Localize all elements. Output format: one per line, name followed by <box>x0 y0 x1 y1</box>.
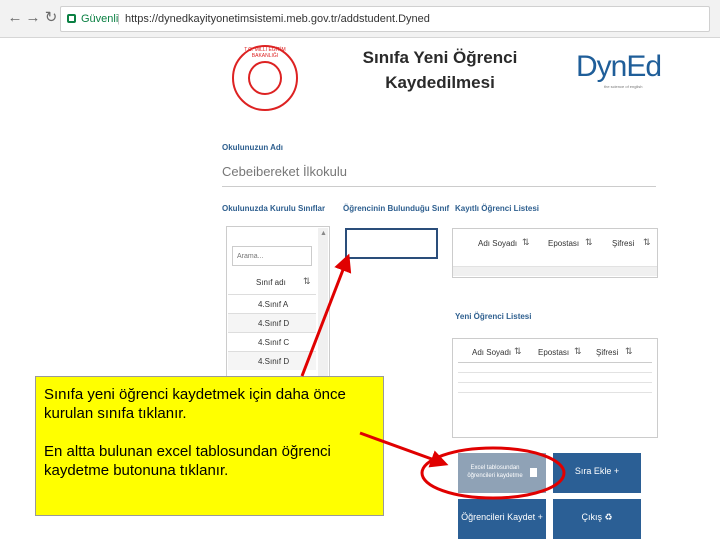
exit-label: Çıkış ♻ <box>581 512 613 522</box>
secure-label: Güvenli <box>81 13 119 25</box>
class-row[interactable]: 4.Sınıf D <box>228 351 316 370</box>
torch-icon <box>248 61 282 95</box>
new-col-password[interactable]: Şifresi <box>596 348 618 357</box>
class-name-column-header[interactable]: Sınıf adı <box>256 278 286 287</box>
school-name-label: Okulunuzun Adı <box>222 143 284 152</box>
new-list-row-line <box>458 382 652 383</box>
reload-icon[interactable]: ↻ <box>42 9 60 27</box>
sort-icon[interactable]: ⇅ <box>522 237 530 248</box>
sort-icon[interactable]: ⇅ <box>585 237 593 248</box>
class-search-input[interactable] <box>232 246 312 266</box>
instruction-step1: Sınıfa yeni öğrenci kaydetmek için daha … <box>44 386 346 422</box>
new-col-email[interactable]: Epostası <box>538 348 569 357</box>
scroll-up-icon[interactable]: ▲ <box>320 230 327 237</box>
school-divider <box>222 186 656 187</box>
new-list-title: Yeni Öğrenci Listesi <box>455 312 532 321</box>
class-row[interactable]: 4.Sınıf A <box>228 294 316 313</box>
document-icon <box>530 468 537 477</box>
sort-icon[interactable]: ⇅ <box>625 346 633 357</box>
class-row[interactable]: 4.Sınıf D <box>228 313 316 332</box>
lock-icon <box>67 14 76 23</box>
new-list-header-line <box>458 362 652 363</box>
new-list-row-line <box>458 372 652 373</box>
dyned-tagline: the science of english <box>604 84 643 89</box>
new-list-row-line <box>458 392 652 393</box>
save-students-button[interactable]: Öğrencileri Kaydet + <box>458 499 546 539</box>
sort-icon[interactable]: ⇅ <box>574 346 582 357</box>
emblem-text: T.C. MİLLÎ EĞİTİM BAKANLIĞI <box>244 47 286 59</box>
exit-button[interactable]: Çıkış ♻ <box>553 499 641 539</box>
instruction-step2: En altta bulunan excel tablosundan öğren… <box>44 443 331 479</box>
excel-import-label: Excel tablosundan öğrencileri kaydetme <box>467 465 523 479</box>
excel-import-button[interactable]: Excel tablosundan öğrencileri kaydetme <box>458 453 546 493</box>
student-class-title: Öğrencinin Bulunduğu Sınıf <box>343 204 450 213</box>
page-title: Sınıfa Yeni Öğrenci Kaydedilmesi <box>360 45 520 95</box>
add-row-label: Sıra Ekle + <box>574 466 620 476</box>
registered-hscrollbar[interactable] <box>453 266 657 276</box>
back-arrow-icon[interactable]: ← <box>6 9 24 27</box>
student-class-dropzone[interactable] <box>345 228 438 259</box>
instruction-callout: Sınıfa yeni öğrenci kaydetmek için daha … <box>35 376 384 516</box>
address-bar[interactable]: Güvenli | https://dynedkayityonetimsiste… <box>60 6 710 32</box>
new-col-name[interactable]: Adı Soyadı <box>472 348 511 357</box>
classes-scrollbar[interactable]: ▲ ▼ <box>318 228 328 388</box>
add-row-button[interactable]: Sıra Ekle + <box>553 453 641 493</box>
page-title-line2: Kaydedilmesi <box>385 73 495 92</box>
registered-col-password[interactable]: Şifresi <box>612 239 634 248</box>
sort-icon[interactable]: ⇅ <box>514 346 522 357</box>
sort-icon[interactable]: ⇅ <box>643 237 651 248</box>
sort-icon[interactable]: ⇅ <box>303 276 311 287</box>
page-title-line1: Sınıfa Yeni Öğrenci <box>362 48 518 67</box>
forward-arrow-icon[interactable]: → <box>24 9 42 27</box>
school-name-value: Cebeibereket İlkokulu <box>222 164 348 179</box>
class-row[interactable]: 4.Sınıf C <box>228 332 316 351</box>
registered-col-email[interactable]: Epostası <box>548 239 579 248</box>
separator: | <box>117 13 120 25</box>
registered-list-title: Kayıtlı Öğrenci Listesi <box>455 204 540 213</box>
url-text[interactable]: https://dynedkayityonetimsistemi.meb.gov… <box>125 13 430 25</box>
save-students-label: Öğrencileri Kaydet + <box>461 512 543 522</box>
classes-panel-title: Okulunuzda Kurulu Sınıflar <box>222 204 326 213</box>
browser-toolbar: ← → ↻ Güvenli | https://dynedkayityoneti… <box>0 0 720 38</box>
registered-col-name[interactable]: Adı Soyadı <box>478 239 517 248</box>
ministry-emblem-logo: T.C. MİLLÎ EĞİTİM BAKANLIĞI <box>232 45 298 111</box>
dyned-logo: DynEd <box>576 50 662 83</box>
